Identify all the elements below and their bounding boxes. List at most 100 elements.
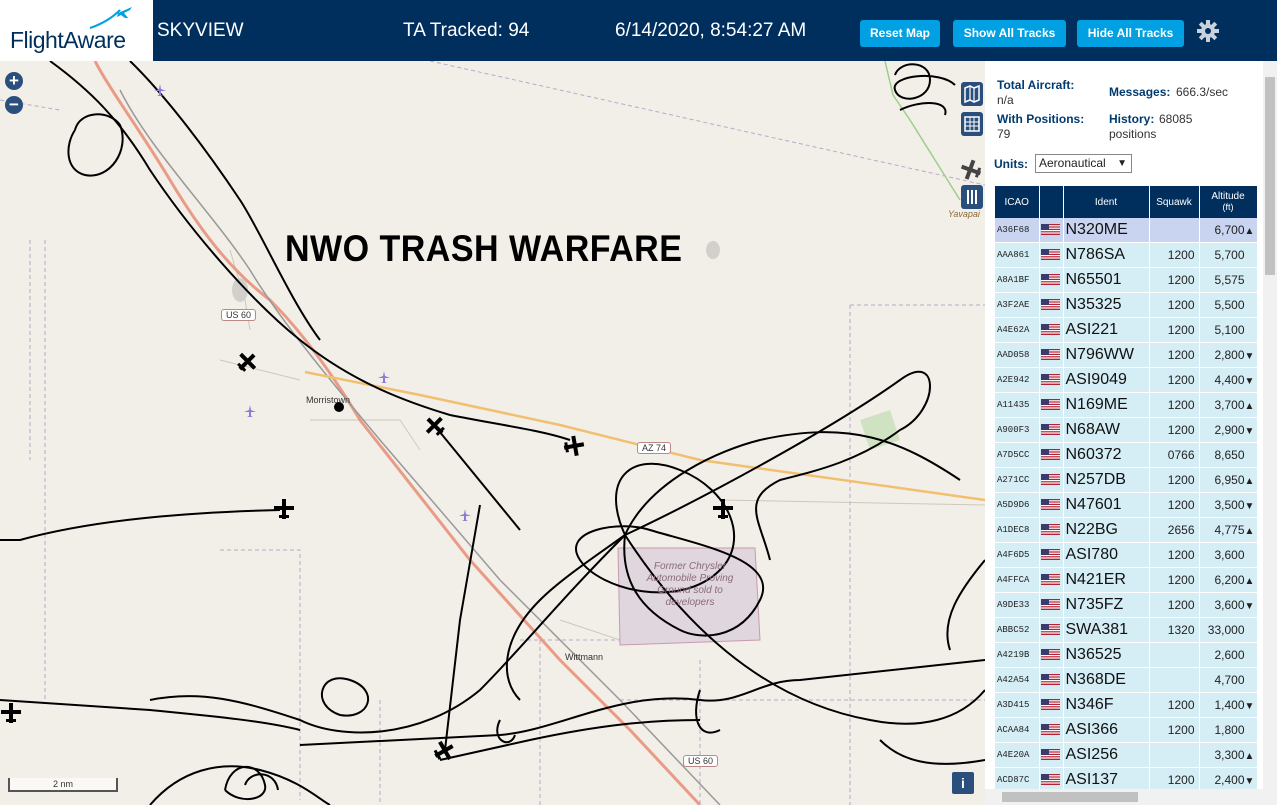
history-label: History: bbox=[1109, 112, 1155, 126]
flag-cell bbox=[1039, 417, 1064, 443]
map-layer bbox=[0, 61, 985, 805]
us-flag-icon bbox=[1040, 724, 1060, 736]
show-all-tracks-button[interactable]: Show All Tracks bbox=[953, 20, 1066, 47]
table-row[interactable]: A3D415 N346F 1200 1,400▼ bbox=[995, 692, 1258, 718]
table-row[interactable]: A11435 N169ME 1200 3,700▲ bbox=[995, 392, 1258, 418]
col-header-altitude[interactable]: Altitude (ft) bbox=[1199, 186, 1258, 218]
zoom-in-button[interactable]: + bbox=[5, 72, 23, 90]
aircraft-icon[interactable] bbox=[712, 498, 734, 520]
table-row[interactable]: A3F2AE N35325 1200 5,500 bbox=[995, 292, 1258, 318]
region-label: Yavapai bbox=[948, 209, 980, 219]
aircraft-icon[interactable] bbox=[960, 159, 982, 181]
flag-cell bbox=[1039, 667, 1064, 693]
table-row[interactable]: A1DEC8 N22BG 2656 4,775▲ bbox=[995, 517, 1258, 543]
table-row[interactable]: AAA861 N786SA 1200 5,700 bbox=[995, 242, 1258, 268]
flag-cell bbox=[1039, 392, 1064, 418]
altitude-value: 4,700 bbox=[1214, 673, 1245, 687]
aircraft-icon[interactable] bbox=[0, 702, 22, 724]
flightaware-logo[interactable]: FlightAware bbox=[0, 0, 153, 61]
altitude-value: 2,900 bbox=[1214, 423, 1245, 437]
table-row[interactable]: A42A54 N368DE 4,700 bbox=[995, 667, 1258, 693]
table-row[interactable]: A36F68 N320ME 6,700▲ bbox=[995, 218, 1258, 243]
col-header-ident[interactable]: Ident bbox=[1063, 186, 1150, 218]
table-row[interactable]: ACAA84 ASI366 1200 1,800 bbox=[995, 717, 1258, 743]
us-flag-icon bbox=[1040, 299, 1060, 311]
info-button[interactable]: i bbox=[952, 772, 974, 794]
flag-cell bbox=[1039, 442, 1064, 468]
altitude-trend-icon: ▼ bbox=[1244, 776, 1255, 787]
altitude-value: 33,000 bbox=[1207, 623, 1245, 637]
aircraft-icon[interactable] bbox=[273, 498, 295, 520]
units-select[interactable]: Aeronautical ▼ bbox=[1035, 154, 1132, 173]
ident-cell: N421ER bbox=[1063, 567, 1150, 593]
hide-all-tracks-button[interactable]: Hide All Tracks bbox=[1077, 20, 1184, 47]
us-flag-icon bbox=[1040, 674, 1060, 686]
table-row[interactable]: AAD058 N796WW 1200 2,800▼ bbox=[995, 342, 1258, 368]
col-header-flag[interactable] bbox=[1039, 186, 1064, 218]
icao-cell: A4E20A bbox=[995, 742, 1040, 768]
map-canvas[interactable]: NWO TRASH WARFARE Morristown Wittmann Fo… bbox=[0, 61, 985, 805]
us-flag-icon bbox=[1040, 249, 1060, 261]
col-header-icao[interactable]: ICAO bbox=[995, 186, 1040, 218]
aircraft-icon[interactable] bbox=[563, 435, 585, 457]
grid-icon[interactable] bbox=[961, 112, 983, 136]
us-flag-icon bbox=[1040, 349, 1060, 361]
table-row[interactable]: A9DE33 N735FZ 1200 3,600▼ bbox=[995, 592, 1258, 618]
altitude-cell: 6,700▲ bbox=[1199, 218, 1258, 243]
icao-cell: A3D415 bbox=[995, 692, 1040, 718]
ident-cell: N320ME bbox=[1063, 218, 1150, 243]
table-row[interactable]: A7D5CC N60372 0766 8,650 bbox=[995, 442, 1258, 468]
table-row[interactable]: A4E62A ASI221 1200 5,100 bbox=[995, 317, 1258, 343]
with-positions-value: 79 bbox=[997, 127, 1011, 141]
aircraft-icon[interactable] bbox=[433, 740, 455, 762]
col-header-squawk[interactable]: Squawk bbox=[1149, 186, 1200, 218]
ident-cell: N22BG bbox=[1063, 517, 1150, 543]
table-row[interactable]: ABBC52 SWA381 1320 33,000 bbox=[995, 617, 1258, 643]
squawk-cell: 1200 bbox=[1149, 692, 1200, 718]
table-row[interactable]: A4E20A ASI256 3,300▲ bbox=[995, 742, 1258, 768]
ident-cell: N786SA bbox=[1063, 242, 1150, 268]
total-aircraft-value: n/a bbox=[997, 93, 1014, 107]
altitude-value: 3,700 bbox=[1214, 398, 1245, 412]
squawk-cell: 1200 bbox=[1149, 467, 1200, 493]
table-row[interactable]: A4FFCA N421ER 1200 6,200▲ bbox=[995, 567, 1258, 593]
altitude-cell: 3,500▼ bbox=[1199, 492, 1258, 518]
icao-cell: ABBC52 bbox=[995, 617, 1040, 643]
reset-map-button[interactable]: Reset Map bbox=[860, 20, 940, 47]
us-flag-icon bbox=[1040, 499, 1060, 511]
squawk-cell: 1200 bbox=[1149, 367, 1200, 393]
squawk-cell: 1320 bbox=[1149, 617, 1200, 643]
table-row[interactable]: A900F3 N68AW 1200 2,900▼ bbox=[995, 417, 1258, 443]
us-flag-icon bbox=[1040, 449, 1060, 461]
aircraft-icon[interactable] bbox=[236, 351, 258, 373]
us-flag-icon bbox=[1040, 274, 1060, 286]
altitude-trend-icon: ▼ bbox=[1244, 601, 1255, 612]
map-icon[interactable] bbox=[961, 82, 983, 106]
table-row[interactable]: A271CC N257DB 1200 6,950▲ bbox=[995, 467, 1258, 493]
table-row[interactable]: A2E942 ASI9049 1200 4,400▼ bbox=[995, 367, 1258, 393]
aircraft-table-body: A36F68 N320ME 6,700▲ AAA861 N786SA 1200 5,700 A… bbox=[995, 218, 1258, 793]
icao-cell: A3F2AE bbox=[995, 292, 1040, 318]
us-flag-icon bbox=[1040, 549, 1060, 561]
aircraft-icon[interactable] bbox=[424, 415, 446, 437]
table-row[interactable]: A4F6D5 ASI780 1200 3,600 bbox=[995, 542, 1258, 568]
flag-cell bbox=[1039, 292, 1064, 318]
gear-icon[interactable] bbox=[1196, 19, 1220, 43]
sidebar-panel: Total Aircraft: n/a With Positions: 79 M… bbox=[985, 61, 1277, 805]
columns-icon[interactable] bbox=[961, 185, 983, 209]
tracked-count: TA Tracked: 94 bbox=[403, 20, 530, 41]
altitude-cell: 4,700 bbox=[1199, 667, 1258, 693]
table-row[interactable]: A4219B N36525 2,600 bbox=[995, 642, 1258, 668]
altitude-value: 3,600 bbox=[1214, 598, 1245, 612]
altitude-cell: 4,775▲ bbox=[1199, 517, 1258, 543]
timestamp: 6/14/2020, 8:54:27 AM bbox=[615, 20, 807, 41]
squawk-cell: 0766 bbox=[1149, 442, 1200, 468]
ident-cell: N47601 bbox=[1063, 492, 1150, 518]
zoom-out-button[interactable]: − bbox=[5, 96, 23, 114]
table-row[interactable]: A5D9D6 N47601 1200 3,500▼ bbox=[995, 492, 1258, 518]
scrollbar-thumb[interactable] bbox=[1265, 77, 1275, 275]
table-row[interactable]: A8A1BF N65501 1200 5,575 bbox=[995, 267, 1258, 293]
altitude-value: 5,500 bbox=[1214, 298, 1245, 312]
altitude-cell: 6,950▲ bbox=[1199, 467, 1258, 493]
horizontal-scrollbar-thumb[interactable] bbox=[1002, 792, 1138, 802]
